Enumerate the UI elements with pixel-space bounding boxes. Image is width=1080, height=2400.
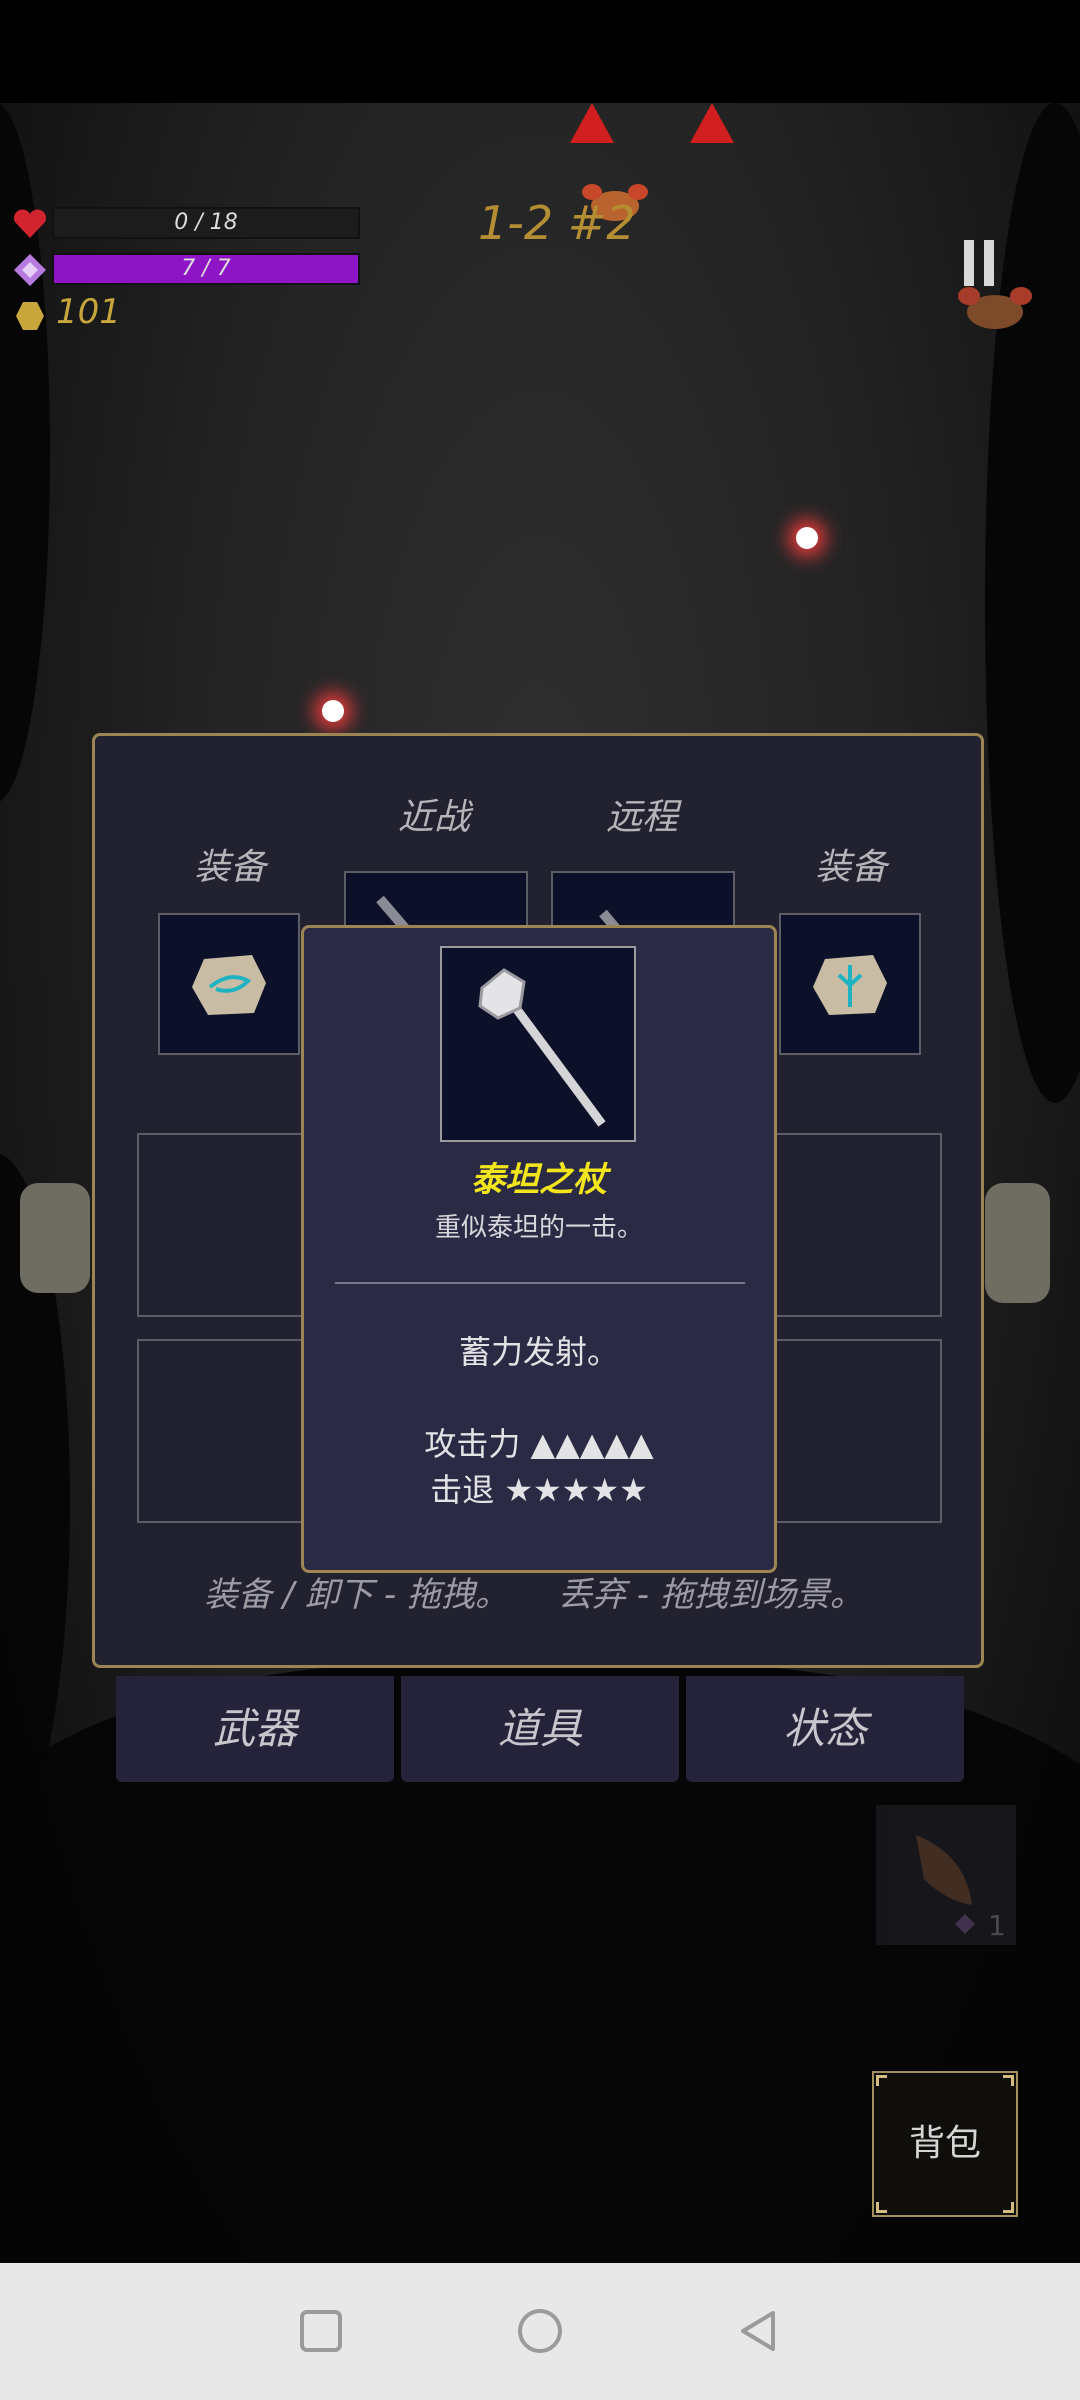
equip-slot-right[interactable] — [779, 913, 921, 1055]
rune-stone-icon — [813, 955, 887, 1015]
recent-apps-icon[interactable] — [297, 2307, 345, 2355]
foliage-right — [985, 103, 1080, 1103]
mana-diamond-icon — [955, 1914, 975, 1934]
shell-count: 1 — [988, 1909, 1006, 1942]
tooltip-divider — [335, 1282, 745, 1284]
enemy-marker-icon — [690, 103, 734, 143]
coin-icon — [16, 302, 44, 330]
hp-bar: 0 / 18 — [52, 207, 360, 239]
heart-icon — [14, 209, 46, 238]
inventory-slot[interactable] — [758, 1339, 942, 1523]
item-knockback: 击退 ★★★★★ — [430, 1471, 648, 1509]
hint-equip: 装备 / 卸下 - 拖拽。 — [204, 1575, 509, 1615]
corner-ornament — [1003, 2075, 1014, 2086]
rock-right — [985, 1183, 1050, 1303]
status-bar — [0, 0, 1080, 103]
item-effect: 蓄力发射。 — [458, 1333, 619, 1371]
hint-discard: 丢弃 - 拖拽到场景。 — [558, 1575, 864, 1615]
mp-bar: 7 / 7 — [52, 253, 360, 285]
mana-diamond-icon — [14, 254, 46, 286]
corner-ornament — [876, 2202, 887, 2213]
coin-count: 101 — [56, 292, 121, 332]
backpack-button[interactable]: 背包 — [872, 2071, 1018, 2217]
item-name: 泰坦之杖 — [471, 1160, 607, 1200]
inventory-slot[interactable] — [137, 1133, 321, 1317]
inventory-slot[interactable] — [137, 1339, 321, 1523]
equip-right-header: 装备 — [815, 847, 888, 888]
equip-slot-left[interactable] — [158, 913, 300, 1055]
enemy-projectile — [796, 527, 818, 549]
item-description: 重似泰坦的一击。 — [434, 1213, 643, 1243]
rock-left — [20, 1183, 90, 1293]
equip-left-header: 装备 — [194, 847, 267, 888]
navigation-bar — [0, 2263, 1080, 2400]
rune-stone-icon — [192, 955, 266, 1015]
corner-ornament — [876, 2075, 887, 2086]
enemy-projectile — [322, 700, 344, 722]
mp-text: 7 / 7 — [181, 256, 231, 281]
item-preview — [440, 946, 636, 1142]
inventory-slot[interactable] — [758, 1133, 942, 1317]
enemy-marker-icon — [570, 103, 614, 143]
ranged-header: 远程 — [606, 797, 679, 838]
quick-item-slot[interactable]: 1 — [876, 1805, 1016, 1945]
titan-staff-icon — [478, 968, 606, 1127]
home-icon[interactable] — [516, 2307, 564, 2355]
melee-header: 近战 — [398, 797, 471, 838]
hp-text: 0 / 18 — [174, 210, 238, 235]
corner-ornament — [1003, 2202, 1014, 2213]
pause-icon[interactable] — [962, 240, 996, 286]
backpack-label: 背包 — [908, 2123, 981, 2164]
tab-status[interactable]: 状态 — [686, 1676, 964, 1782]
item-attack: 攻击力 ▲▲▲▲▲ — [424, 1425, 654, 1463]
crab-enemy-icon — [958, 287, 1032, 329]
tab-items[interactable]: 道具 — [401, 1676, 679, 1782]
back-icon[interactable] — [735, 2307, 783, 2355]
level-indicator: 1-2 #2 — [478, 196, 636, 250]
tab-weapons[interactable]: 武器 — [116, 1676, 394, 1782]
